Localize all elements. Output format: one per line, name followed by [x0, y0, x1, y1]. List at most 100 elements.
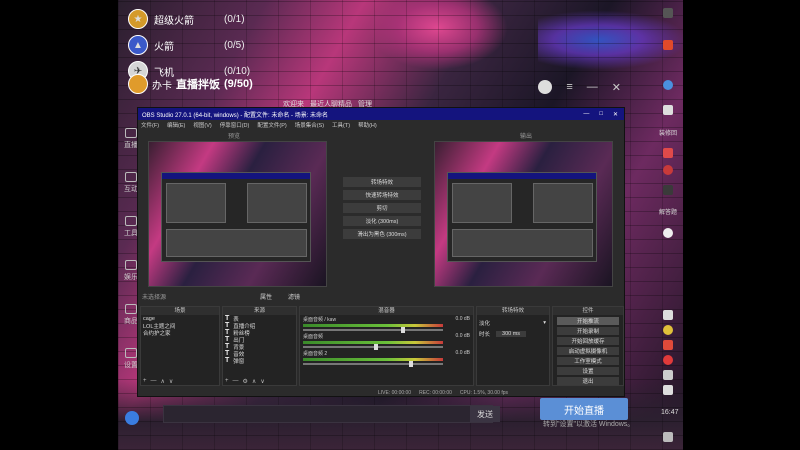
- remove-icon[interactable]: —: [151, 378, 157, 384]
- slider-knob[interactable]: [373, 344, 378, 350]
- remove-icon[interactable]: —: [233, 378, 239, 384]
- app-icon[interactable]: [663, 40, 673, 50]
- settings-button[interactable]: 设置: [557, 367, 619, 375]
- duration-input[interactable]: 300 ms: [496, 330, 527, 337]
- swipe-button[interactable]: 滑出为黑色 (300ms): [343, 229, 421, 239]
- nested-program: [247, 183, 307, 223]
- sources-dock: 来源 T表 T 直播介绍 T 粉丝榜 T 出门 T 背景 T 音效 T 弹窗 + — ⚙ ∧…: [222, 306, 297, 386]
- sidebar-label: 娱乐: [124, 274, 138, 281]
- preview-canvas[interactable]: [148, 141, 327, 287]
- user-avatar[interactable]: [538, 80, 553, 94]
- scene-toolbar: + — ∧ ∨: [141, 377, 219, 385]
- exit-button[interactable]: 退出: [557, 377, 619, 385]
- studio-mode-button[interactable]: 工作室模式: [557, 357, 619, 365]
- list-item[interactable]: ★ 超级火箭 (0/1): [128, 6, 278, 32]
- menu-profile[interactable]: 配置文件(P): [257, 121, 286, 129]
- gear-icon[interactable]: ⚙: [243, 378, 248, 385]
- minimize-icon[interactable]: —: [587, 81, 598, 93]
- cut-button[interactable]: 剪切: [343, 203, 421, 213]
- sidebar-label: 商品: [124, 318, 138, 325]
- slider-knob[interactable]: [400, 327, 405, 333]
- no-source-label: 未选择源: [142, 295, 167, 301]
- track-name: 桌面音频: [303, 334, 324, 340]
- transition-button[interactable]: 转场特效: [343, 177, 421, 187]
- start-streaming-button[interactable]: 开始推流: [557, 317, 619, 325]
- program-canvas: [434, 141, 613, 287]
- menu-view[interactable]: 视图(V): [193, 121, 211, 129]
- room-name: 超级火箭: [154, 15, 194, 27]
- app-icon[interactable]: [663, 148, 673, 158]
- sidebar-label: 工具: [124, 230, 138, 237]
- app-icon[interactable]: [663, 165, 673, 175]
- browser-icon[interactable]: [663, 80, 673, 90]
- menu-tools[interactable]: 工具(T): [332, 121, 350, 129]
- left-letterbox: [0, 0, 118, 450]
- menu-help[interactable]: 帮助(H): [358, 121, 377, 129]
- virtual-camera-button[interactable]: 启动虚拟摄像机: [557, 347, 619, 355]
- cloud-icon[interactable]: [663, 105, 673, 115]
- minimize-icon[interactable]: —: [583, 111, 589, 118]
- rocket-icon: ▲: [128, 35, 148, 55]
- scene-item[interactable]: 合约护之家: [141, 329, 219, 337]
- volume-icon[interactable]: [663, 385, 673, 395]
- volume-slider[interactable]: [303, 344, 443, 350]
- replay-buffer-button[interactable]: 开始回放缓存: [557, 337, 619, 345]
- send-button[interactable]: 发送: [470, 406, 500, 422]
- volume-slider[interactable]: [303, 327, 443, 333]
- menu-docks[interactable]: 停靠窗口(D): [220, 121, 250, 129]
- down-icon[interactable]: ∨: [260, 378, 264, 385]
- nested-titlebar: [162, 173, 310, 179]
- fade-button[interactable]: 淡化 (300ms): [343, 216, 421, 226]
- mic-icon[interactable]: [663, 310, 673, 320]
- source-item[interactable]: T 弹窗: [223, 357, 296, 365]
- down-icon[interactable]: ∨: [169, 378, 173, 385]
- volume-slider[interactable]: [303, 361, 443, 367]
- text-source-icon: T: [225, 329, 230, 336]
- menu-edit[interactable]: 编辑(E): [167, 121, 185, 129]
- app-icon[interactable]: [663, 325, 673, 335]
- avatar[interactable]: [125, 411, 139, 425]
- slider-knob[interactable]: [409, 361, 414, 367]
- add-icon[interactable]: +: [143, 378, 147, 384]
- window-icon[interactable]: [663, 8, 673, 18]
- add-icon[interactable]: +: [225, 378, 229, 384]
- up-icon[interactable]: ∧: [161, 378, 165, 385]
- app-icon[interactable]: [663, 185, 673, 195]
- room-count: (0/5): [224, 39, 245, 51]
- notification-icon[interactable]: [663, 432, 673, 442]
- mixer-track: 桌面音频 / kaw 0.0 dB: [300, 315, 473, 333]
- obs-title: OBS Studio 27.0.1 (64-bit, windows) - 配置…: [142, 112, 329, 119]
- nested-docks: [452, 229, 593, 257]
- close-icon[interactable]: ✕: [613, 111, 618, 118]
- source-label: 弹窗: [233, 358, 245, 365]
- controls-title: 控件: [553, 307, 623, 315]
- up-icon[interactable]: ∧: [252, 378, 256, 385]
- transition-select[interactable]: 淡化 ▾: [477, 319, 549, 327]
- ime-icon[interactable]: [663, 370, 673, 380]
- obs-statusbar: LIVE: 00:00:00 REC: 00:00:00 CPU: 1.5%, …: [378, 390, 508, 396]
- start-recording-button[interactable]: 开始录制: [557, 327, 619, 335]
- menu-file[interactable]: 文件(F): [141, 121, 159, 129]
- list-item[interactable]: ▲ 火箭 (0/5): [128, 32, 278, 58]
- menu-icon[interactable]: ≡: [566, 81, 572, 93]
- properties-button[interactable]: 属性: [260, 292, 272, 301]
- tool-icon: [125, 216, 137, 226]
- chat-input[interactable]: [163, 405, 493, 423]
- app-icon[interactable]: [663, 228, 673, 238]
- menu-scene-collection[interactable]: 场景集合(S): [295, 121, 324, 129]
- filters-button[interactable]: 滤镜: [288, 292, 300, 301]
- app-icon[interactable]: [663, 340, 673, 350]
- studio-transition-panel: 转场特效 快速转场特效 剪切 淡化 (300ms) 滑出为黑色 (300ms): [343, 177, 421, 242]
- live-time: LIVE: 00:00:00: [378, 390, 412, 396]
- room-count: (0/1): [224, 13, 245, 25]
- nested-capture: [447, 172, 597, 262]
- app-icon[interactable]: [663, 355, 673, 365]
- close-icon[interactable]: ✕: [612, 81, 621, 94]
- start-live-button[interactable]: 开始直播: [540, 398, 628, 420]
- maximize-icon[interactable]: □: [599, 111, 603, 118]
- room-name: 火箭: [154, 41, 174, 53]
- obs-menubar: 文件(F) 编辑(E) 视图(V) 停靠窗口(D) 配置文件(P) 场景集合(S…: [138, 120, 624, 130]
- text-source-icon: T: [225, 315, 230, 322]
- track-db: 0.0 dB: [455, 350, 470, 356]
- interact-icon: [125, 172, 137, 182]
